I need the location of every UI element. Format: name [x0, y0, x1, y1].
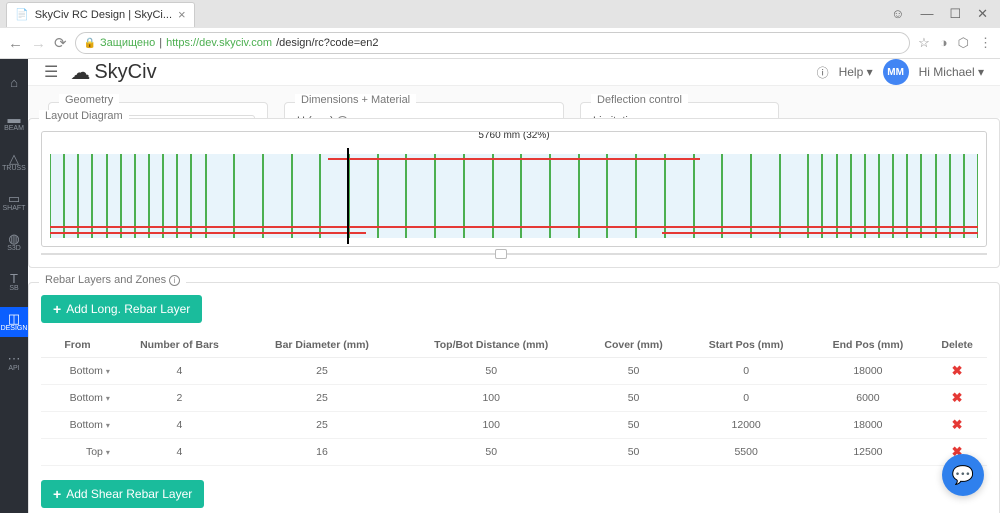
table-header: From — [41, 333, 114, 358]
table-header: Cover (mm) — [583, 333, 683, 358]
table-header: Start Pos (mm) — [684, 333, 809, 358]
panel-title: Dimensions + Material — [295, 94, 416, 106]
tab-bar: 📄 SkyCiv RC Design | SkyCi... × ☺ — ☐ ✕ — [0, 0, 1000, 28]
layout-canvas[interactable]: 5760 mm (32%) — [41, 131, 987, 247]
browser-tab[interactable]: 📄 SkyCiv RC Design | SkyCi... × — [6, 2, 195, 27]
sidebar-item-home[interactable]: ⌂ — [0, 67, 28, 97]
panel-title: Geometry — [59, 94, 119, 106]
close-tab-icon[interactable]: × — [178, 7, 186, 22]
panel-title: Rebar Layers and Zonesi — [39, 274, 186, 286]
tab-title: SkyCiv RC Design | SkyCi... — [35, 9, 172, 21]
address-bar: ← → ⟳ 🔒 Защищено | https://dev.skyciv.co… — [0, 28, 1000, 58]
table-header: Bar Diameter (mm) — [245, 333, 399, 358]
info-icon[interactable]: i — [169, 275, 180, 286]
sidebar-item-api[interactable]: ⋯API — [0, 347, 28, 377]
url-input[interactable]: 🔒 Защищено | https://dev.skyciv.com/desi… — [75, 32, 911, 54]
back-icon[interactable]: ← — [8, 35, 23, 52]
sidebar-item-s3d[interactable]: ◍S3D — [0, 227, 28, 257]
shield-icon[interactable]: ⬡ — [958, 35, 969, 51]
browser-chrome: 📄 SkyCiv RC Design | SkyCi... × ☺ — ☐ ✕ … — [0, 0, 1000, 59]
close-window-icon[interactable]: ✕ — [977, 6, 988, 22]
panel-title: Layout Diagram — [39, 110, 129, 122]
url-path: /design/rc?code=en2 — [276, 37, 378, 49]
position-marker[interactable] — [347, 148, 349, 244]
table-header: Delete — [927, 333, 987, 358]
avatar[interactable]: MM — [883, 59, 909, 85]
maximize-icon[interactable]: ☐ — [949, 6, 961, 22]
truss-icon: △ — [9, 152, 19, 165]
url-host: https://dev.skyciv.com — [166, 37, 272, 49]
s3d-icon: ◍ — [8, 232, 19, 245]
delete-icon[interactable]: ✖ — [952, 390, 963, 405]
sidebar-item-beam[interactable]: ▬BEAM — [0, 107, 28, 137]
sidebar-item-truss[interactable]: △TRUSS — [0, 147, 28, 177]
secure-label: Защищено — [100, 37, 155, 49]
add-long-rebar-button[interactable]: +Add Long. Rebar Layer — [41, 295, 202, 323]
menu-icon[interactable]: ⋮ — [979, 35, 992, 51]
delete-icon[interactable]: ✖ — [952, 417, 963, 432]
table-row[interactable]: Bottom▾4255050018000✖ — [41, 358, 987, 385]
table-header: End Pos (mm) — [809, 333, 928, 358]
long-rebar-table: FromNumber of BarsBar Diameter (mm)Top/B… — [41, 333, 987, 466]
ext-icon[interactable]: ◑ — [940, 35, 948, 51]
layout-slider[interactable] — [41, 253, 987, 255]
sidebar-item-design[interactable]: ◫DESIGN — [0, 307, 28, 337]
table-row[interactable]: Top▾4165050550012500✖ — [41, 439, 987, 466]
delete-icon[interactable]: ✖ — [952, 363, 963, 378]
shaft-icon: ▭ — [8, 192, 20, 205]
hamburger-icon[interactable]: ☰ — [44, 62, 58, 82]
user-menu[interactable]: Hi Michael ▾ — [919, 65, 984, 79]
topbar: ☰ ☁SkyCiv ⓘ Help ▾ MM Hi Michael ▾ — [28, 59, 1000, 86]
rebar-panel: Rebar Layers and Zonesi +Add Long. Rebar… — [28, 282, 1000, 513]
beam-icon: ▬ — [8, 112, 21, 125]
reload-icon[interactable]: ⟳ — [54, 34, 67, 52]
help-icon: ⓘ — [817, 64, 829, 81]
brand-logo[interactable]: ☁SkyCiv — [70, 60, 156, 85]
chat-icon: 💬 — [952, 465, 974, 486]
deflection-panel: Deflection control Limitation L/250▾ Loa… — [580, 102, 779, 118]
plus-icon: + — [53, 301, 61, 317]
sidebar-item-shaft[interactable]: ▭SHAFT — [0, 187, 28, 217]
chat-bubble[interactable]: 💬 — [942, 454, 984, 496]
panel-title: Deflection control — [591, 94, 688, 106]
sidebar: ⌂ ▬BEAM △TRUSS ▭SHAFT ◍S3D TSB ◫DESIGN ⋯… — [0, 59, 28, 513]
lock-icon: 🔒 — [84, 38, 96, 49]
minimize-icon[interactable]: — — [920, 6, 933, 22]
tab-favicon: 📄 — [15, 8, 29, 21]
user-icon[interactable]: ☺ — [891, 6, 904, 22]
dimensions-panel: Dimensions + Material H (mm)i B (mm)i Co… — [284, 102, 564, 118]
table-row[interactable]: Bottom▾425100501200018000✖ — [41, 412, 987, 439]
table-row[interactable]: Bottom▾2251005006000✖ — [41, 385, 987, 412]
window-controls: ☺ — ☐ ✕ — [891, 6, 1000, 22]
table-header: Top/Bot Distance (mm) — [399, 333, 584, 358]
design-icon: ◫ — [8, 312, 20, 325]
star-icon[interactable]: ☆ — [918, 35, 930, 51]
add-shear-rebar-button[interactable]: +Add Shear Rebar Layer — [41, 480, 204, 508]
sidebar-item-sb[interactable]: TSB — [0, 267, 28, 297]
sb-icon: T — [10, 272, 18, 285]
layout-diagram-panel: Layout Diagram 5760 mm (32%) — [28, 118, 1000, 268]
api-icon: ⋯ — [8, 352, 21, 365]
help-link[interactable]: Help ▾ — [839, 65, 873, 79]
plus-icon: + — [53, 486, 61, 502]
forward-icon[interactable]: → — [31, 35, 46, 52]
table-header: Number of Bars — [114, 333, 245, 358]
home-icon: ⌂ — [10, 76, 18, 89]
cloud-icon: ☁ — [70, 60, 90, 85]
marker-label: 5760 mm (32%) — [478, 131, 549, 141]
